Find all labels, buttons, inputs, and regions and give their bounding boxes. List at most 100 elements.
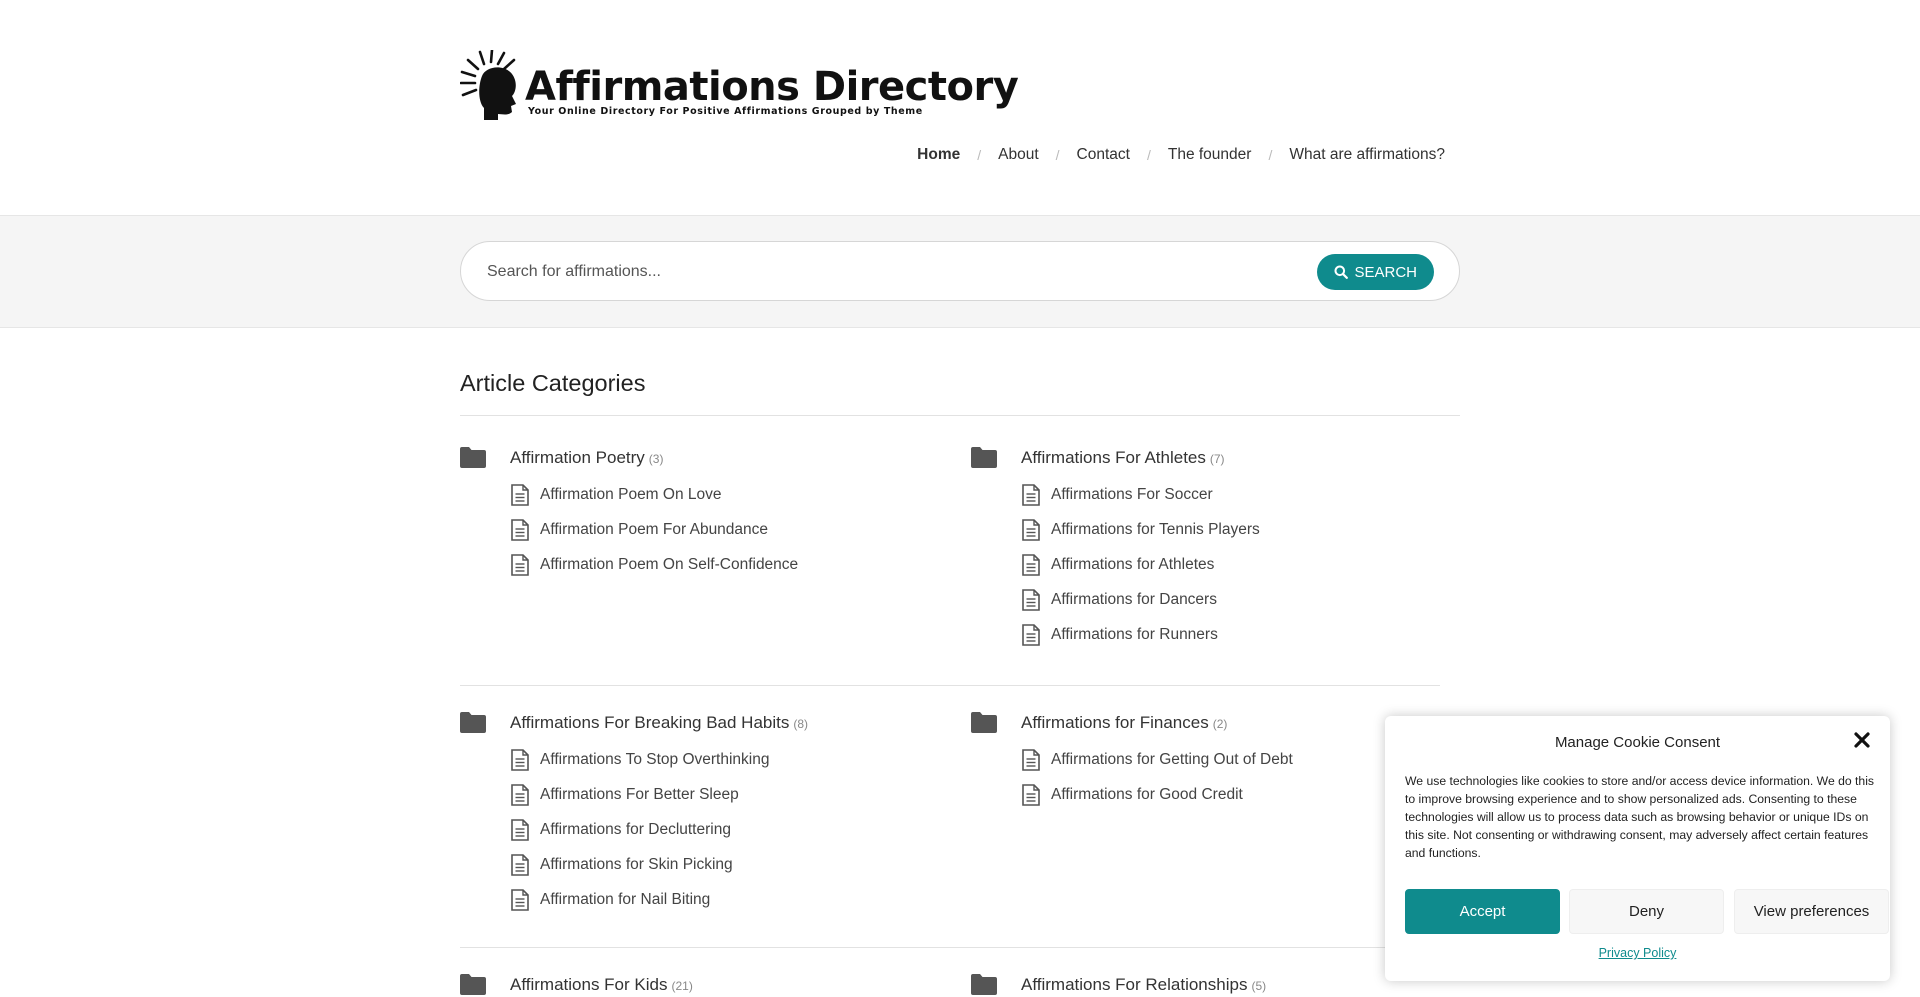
article-link[interactable]: Affirmations for Athletes (1051, 554, 1214, 576)
site-logo[interactable]: Affirmations Directory Your Online Direc… (460, 50, 1019, 120)
list-item: Affirmation Poem On Love (510, 484, 940, 519)
document-icon (511, 484, 529, 506)
article-list: Affirmations To Stop Overthinking Affirm… (510, 749, 940, 924)
article-link[interactable]: Affirmation Poem On Self-Confidence (540, 554, 798, 576)
nav-separator: / (977, 147, 982, 163)
document-icon (1022, 589, 1040, 611)
folder-icon (971, 974, 997, 995)
article-link[interactable]: Affirmations for Skin Picking (540, 854, 733, 876)
document-icon (511, 819, 529, 841)
search-band: SEARCH (0, 215, 1920, 328)
deny-button[interactable]: Deny (1569, 889, 1724, 934)
article-list: Affirmation Poem On Love Affirmation Poe… (510, 484, 940, 589)
category-title[interactable]: Affirmations For Relationships (5) (1021, 975, 1266, 995)
article-link[interactable]: Affirmation for Nail Biting (540, 889, 710, 911)
folder-icon (971, 447, 997, 468)
view-preferences-button[interactable]: View preferences (1734, 889, 1889, 934)
list-item: Affirmations To Stop Overthinking (510, 749, 940, 784)
article-link[interactable]: Affirmations for Tennis Players (1051, 519, 1260, 541)
section-title: Article Categories (460, 370, 646, 396)
search-box: SEARCH (460, 241, 1460, 302)
nav-separator: / (1268, 147, 1273, 163)
list-item: Affirmations For Soccer (1021, 484, 1451, 519)
nav-what-are-affirmations[interactable]: What are affirmations? (1289, 146, 1445, 164)
nav-about[interactable]: About (998, 146, 1039, 164)
folder-icon (460, 974, 486, 995)
category-affirmations-for-finances: Affirmations for Finances (2) Affirmation… (971, 711, 1451, 819)
category-count: (3) (648, 452, 664, 466)
nav-home[interactable]: Home (917, 146, 960, 164)
category-title[interactable]: Affirmations for Finances (2) (1021, 713, 1227, 733)
nav-contact[interactable]: Contact (1077, 146, 1130, 164)
cookie-title: Manage Cookie Consent (1554, 734, 1721, 751)
article-link[interactable]: Affirmations for Getting Out of Debt (1051, 749, 1293, 771)
search-button[interactable]: SEARCH (1317, 254, 1434, 290)
divider (460, 947, 1440, 948)
divider (460, 685, 1440, 686)
list-item: Affirmation Poem On Self-Confidence (510, 554, 940, 589)
list-item: Affirmations For Better Sleep (510, 784, 940, 819)
list-item: Affirmations for Athletes (1021, 554, 1451, 589)
article-link[interactable]: Affirmations for Good Credit (1051, 784, 1243, 806)
cookie-consent-dialog: Manage Cookie Consent We use technologie… (1385, 716, 1890, 981)
document-icon (511, 519, 529, 541)
document-icon (1022, 624, 1040, 646)
category-title[interactable]: Affirmations For Athletes (7) (1021, 448, 1225, 468)
folder-icon (971, 712, 997, 733)
category-breaking-bad-habits: Affirmations For Breaking Bad Habits (8) … (460, 711, 940, 924)
site-title: Affirmations Directory (525, 64, 1019, 110)
list-item: Affirmations for Runners (1021, 624, 1451, 659)
close-icon[interactable] (1852, 730, 1872, 750)
list-item: Affirmations for Decluttering (510, 819, 940, 854)
list-item: Affirmation Poem For Abundance (510, 519, 940, 554)
cookie-text: We use technologies like cookies to stor… (1405, 774, 1875, 860)
accept-button[interactable]: Accept (1405, 889, 1560, 934)
main-nav: Home / About / Contact / The founder / W… (917, 146, 1445, 164)
category-count: (2) (1212, 717, 1228, 731)
site-tagline: Your Online Directory For Positive Affir… (528, 106, 923, 117)
category-count: (7) (1209, 452, 1225, 466)
category-title[interactable]: Affirmation Poetry (3) (510, 448, 663, 468)
nav-separator: / (1146, 147, 1151, 163)
article-link[interactable]: Affirmations for Dancers (1051, 589, 1217, 611)
document-icon (511, 554, 529, 576)
category-affirmations-for-kids: Affirmations For Kids (21) (460, 973, 940, 997)
document-icon (1022, 749, 1040, 771)
article-link[interactable]: Affirmations For Soccer (1051, 484, 1213, 506)
document-icon (511, 784, 529, 806)
nav-the-founder[interactable]: The founder (1168, 146, 1252, 164)
document-icon (511, 854, 529, 876)
document-icon (1022, 484, 1040, 506)
category-affirmation-poetry: Affirmation Poetry (3) Affirmation Poem O… (460, 446, 940, 589)
category-affirmations-for-athletes: Affirmations For Athletes (7) Affirmation… (971, 446, 1451, 659)
article-link[interactable]: Affirmation Poem On Love (540, 484, 722, 506)
article-link[interactable]: Affirmations for Runners (1051, 624, 1218, 646)
category-title[interactable]: Affirmations For Breaking Bad Habits (8) (510, 713, 808, 733)
privacy-policy: Privacy Policy (1385, 946, 1890, 960)
folder-icon (460, 712, 486, 733)
article-link[interactable]: Affirmation Poem For Abundance (540, 519, 768, 541)
category-count: (5) (1251, 979, 1267, 993)
folder-icon (460, 447, 486, 468)
list-item: Affirmation for Nail Biting (510, 889, 940, 924)
list-item: Affirmations for Skin Picking (510, 854, 940, 889)
site-header: Affirmations Directory Your Online Direc… (0, 0, 1920, 215)
privacy-policy-link[interactable]: Privacy Policy (1599, 946, 1677, 960)
nav-separator: / (1055, 147, 1060, 163)
article-link[interactable]: Affirmations To Stop Overthinking (540, 749, 769, 771)
search-icon (1334, 265, 1349, 279)
category-title[interactable]: Affirmations For Kids (21) (510, 975, 693, 995)
document-icon (511, 749, 529, 771)
head-sunburst-logo-icon (460, 50, 516, 120)
search-button-label: SEARCH (1354, 263, 1417, 281)
category-count: (21) (671, 979, 693, 993)
article-list: Affirmations For Soccer Affirmations for… (1021, 484, 1451, 659)
list-item: Affirmations for Tennis Players (1021, 519, 1451, 554)
category-affirmations-for-relationships: Affirmations For Relationships (5) (971, 973, 1451, 997)
search-input[interactable] (485, 242, 1309, 302)
document-icon (511, 889, 529, 911)
document-icon (1022, 519, 1040, 541)
article-link[interactable]: Affirmations for Decluttering (540, 819, 731, 841)
document-icon (1022, 554, 1040, 576)
article-link[interactable]: Affirmations For Better Sleep (540, 784, 739, 806)
